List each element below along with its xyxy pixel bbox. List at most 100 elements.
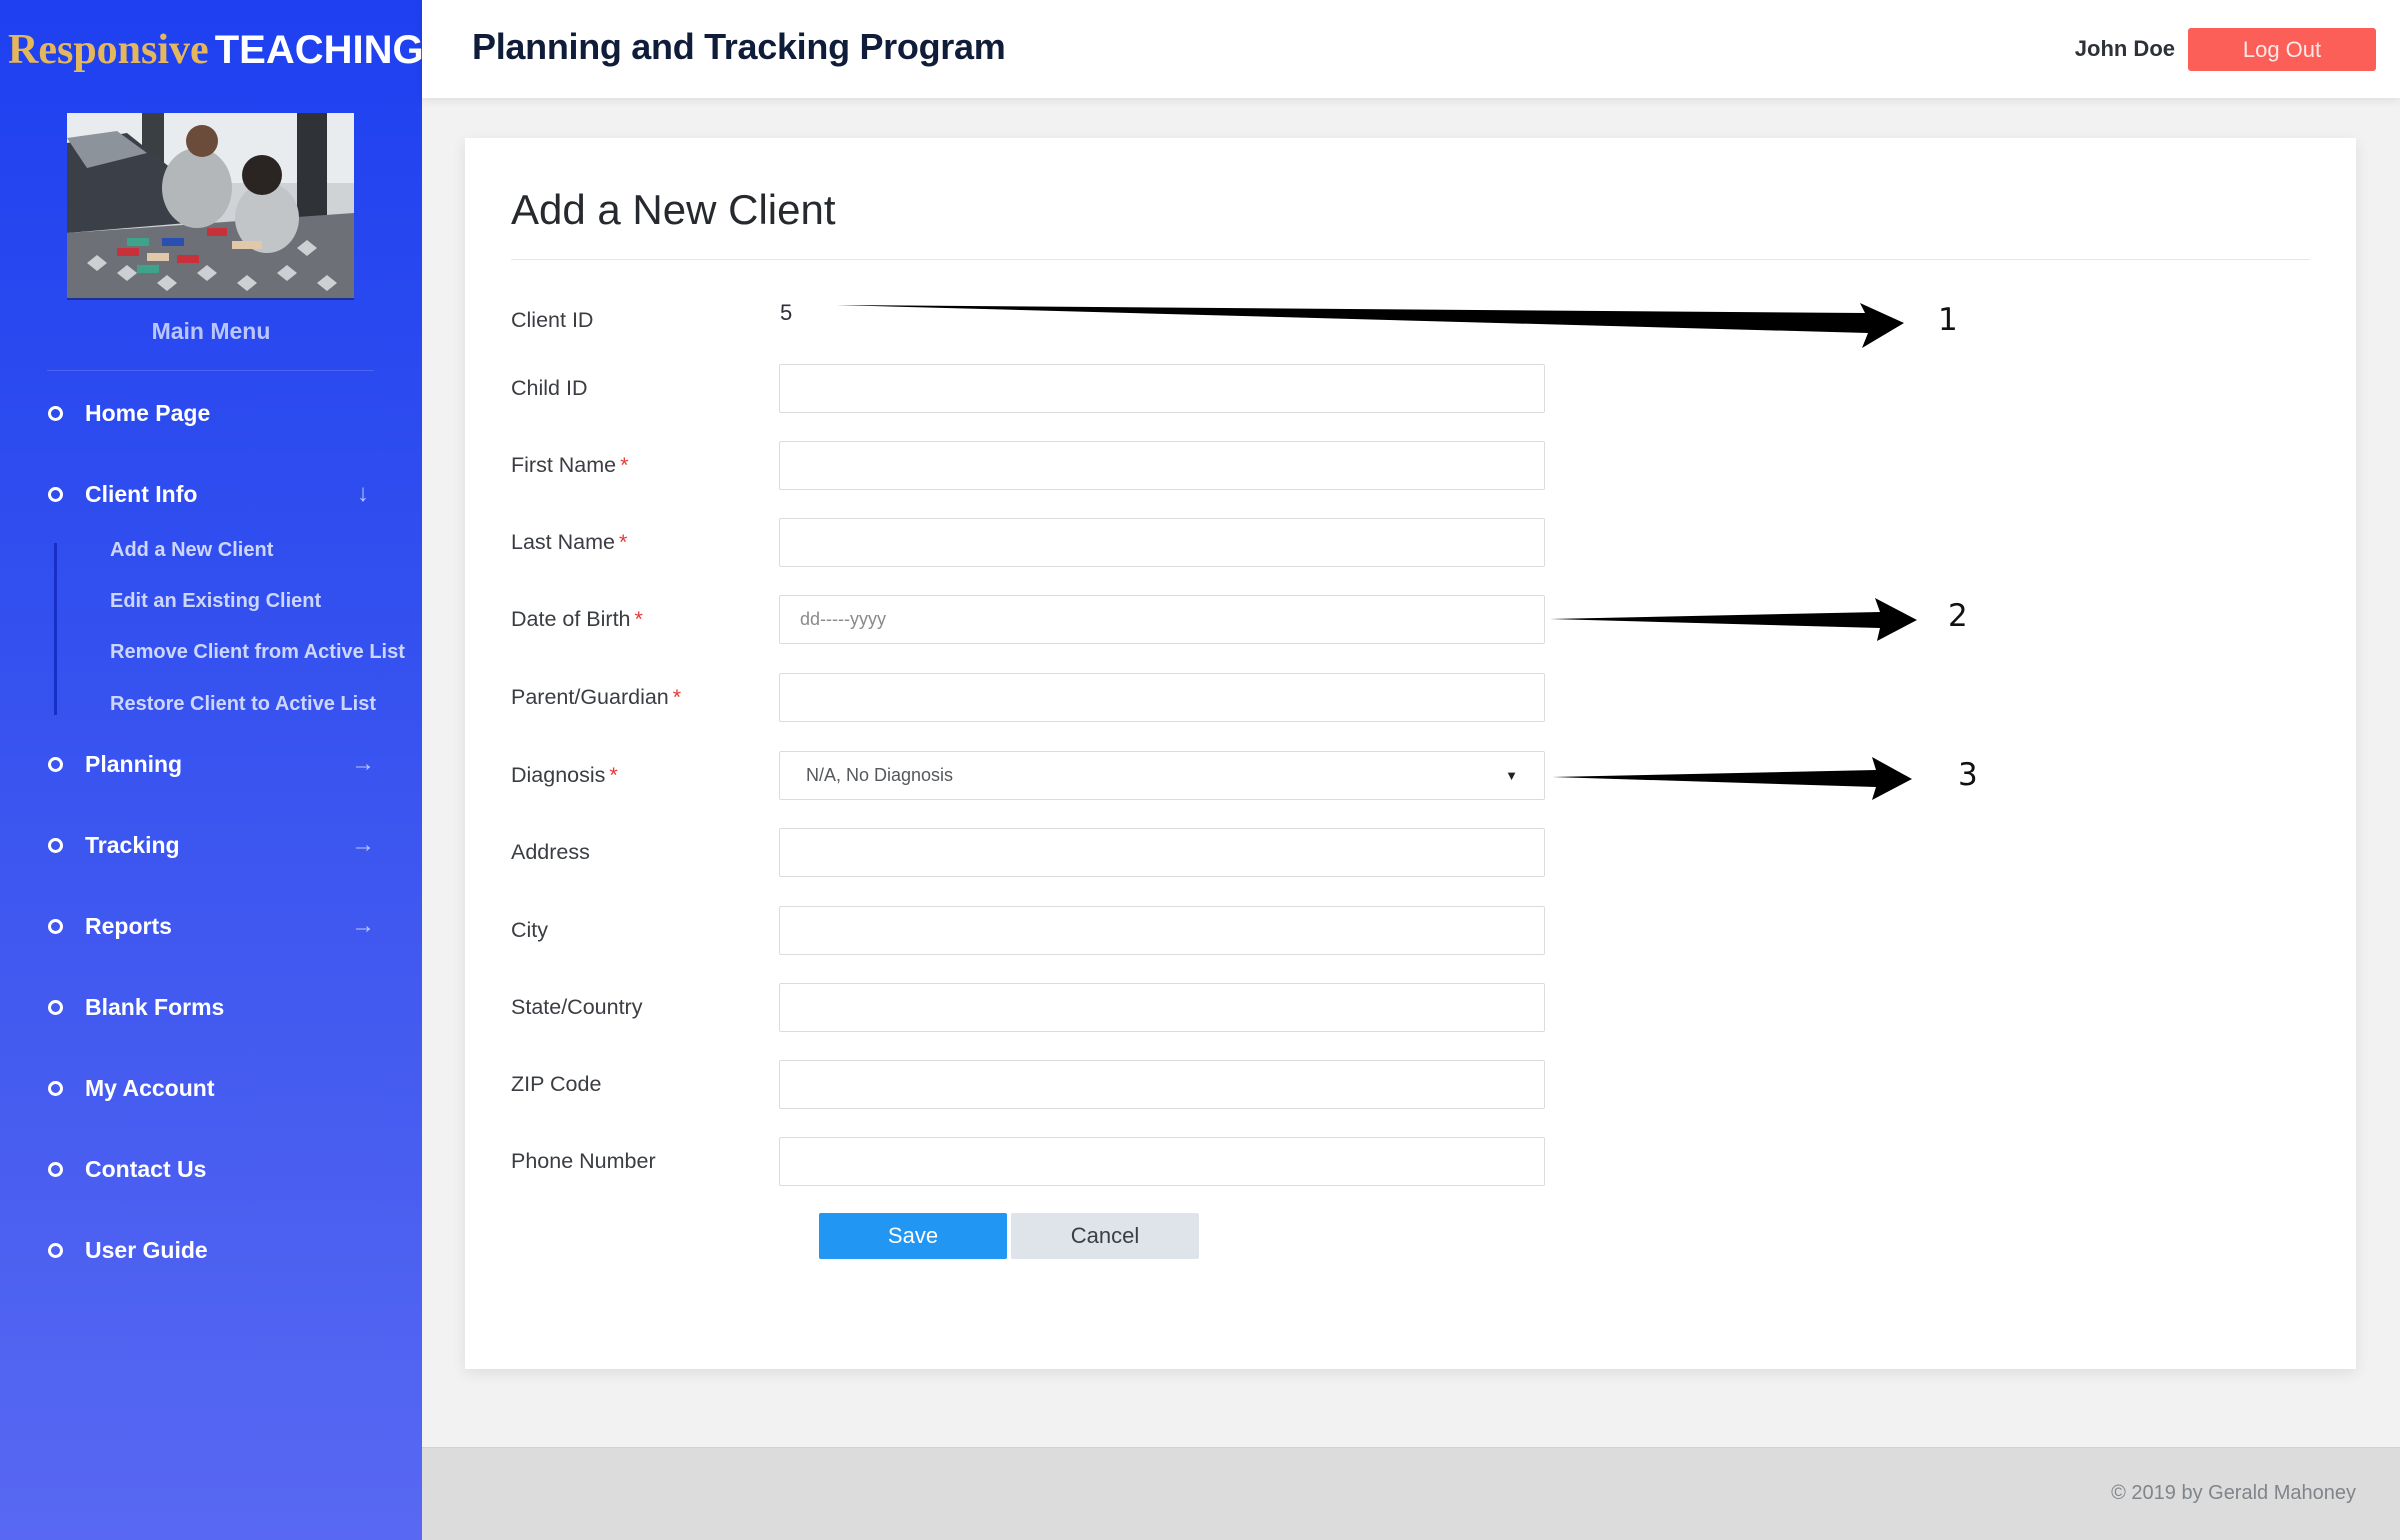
diagnosis-label-text: Diagnosis <box>511 763 606 787</box>
user-name: John Doe <box>2074 36 2175 61</box>
circle-bullet-icon <box>48 837 63 853</box>
row-child-id: Child ID <box>511 364 1611 414</box>
add-client-card: Add a New Client Client ID 5 Child ID Fi… <box>465 138 2356 1369</box>
phone-number-input[interactable] <box>779 1137 1545 1186</box>
dob-label: Date of Birth * <box>511 607 643 632</box>
submenu-item-edit-existing-client[interactable]: Edit an Existing Client <box>110 590 321 613</box>
city-input[interactable] <box>779 906 1545 955</box>
phone-label: Phone Number <box>511 1149 656 1173</box>
sidebar-item-planning[interactable]: Planning → <box>48 744 378 784</box>
row-diagnosis: Diagnosis * N/A, No Diagnosis ▼ <box>511 751 1611 801</box>
child-id-input[interactable] <box>779 364 1545 413</box>
row-phone-number: Phone Number <box>511 1137 1611 1187</box>
city-label: City <box>511 918 549 942</box>
client-id-value: 5 <box>780 300 793 325</box>
cancel-button[interactable]: Cancel <box>1011 1213 1199 1259</box>
row-city: City <box>511 906 1611 956</box>
submenu-item-remove-client[interactable]: Remove Client from Active List <box>110 641 405 664</box>
app-title: Planning and Tracking Program <box>472 26 1006 67</box>
state-country-input[interactable] <box>779 983 1545 1032</box>
submenu-item-add-new-client[interactable]: Add a New Client <box>110 539 273 562</box>
row-last-name: Last Name * <box>511 518 1611 568</box>
annotation-number-2: 2 <box>1948 598 1968 634</box>
first-name-label: First Name * <box>511 453 629 478</box>
photo-illustration <box>67 113 354 298</box>
sidebar-item-label: My Account <box>85 1074 215 1101</box>
annotation-number-1: 1 <box>1938 302 1958 338</box>
caret-down-icon: ▼ <box>1505 768 1518 783</box>
zip-code-input[interactable] <box>779 1060 1545 1109</box>
arrow-right-icon[interactable]: → <box>348 831 378 859</box>
sidebar-item-blank-forms[interactable]: Blank Forms <box>48 987 378 1027</box>
required-marker: * <box>609 763 618 787</box>
last-name-label-text: Last Name <box>511 530 615 554</box>
sidebar-item-label: Planning <box>85 750 183 777</box>
sidebar-item-contact-us[interactable]: Contact Us <box>48 1149 378 1189</box>
zip-label: ZIP Code <box>511 1072 602 1096</box>
logout-button[interactable]: Log Out <box>2188 28 2376 71</box>
sidebar-item-label: Home Page <box>85 399 211 426</box>
sidebar-item-label: Client Info <box>85 480 198 507</box>
required-marker: * <box>620 453 629 477</box>
client-id-label: Client ID <box>511 308 594 332</box>
date-of-birth-input[interactable] <box>779 595 1545 644</box>
diagnosis-selected-value: N/A, No Diagnosis <box>806 765 954 785</box>
sidebar-item-label: Reports <box>85 912 172 939</box>
title-divider <box>511 259 2310 260</box>
sidebar-item-home-page[interactable]: Home Page <box>48 393 378 433</box>
state-label: State/Country <box>511 995 643 1019</box>
row-address: Address <box>511 828 1611 878</box>
save-button[interactable]: Save <box>819 1213 1007 1259</box>
row-first-name: First Name * <box>511 441 1611 491</box>
copyright-text: © 2019 by Gerald Mahoney <box>2111 1482 2356 1504</box>
row-state-country: State/Country <box>511 983 1611 1033</box>
arrow-right-icon[interactable]: → <box>348 912 378 940</box>
diagnosis-label: Diagnosis * <box>511 763 618 788</box>
row-date-of-birth: Date of Birth * <box>511 595 1611 645</box>
last-name-label: Last Name * <box>511 530 627 555</box>
circle-bullet-icon <box>48 999 63 1015</box>
parent-label-text: Parent/Guardian <box>511 685 669 709</box>
circle-bullet-icon <box>48 486 63 502</box>
top-header: Planning and Tracking Program John Doe L… <box>422 0 2400 98</box>
sidebar-item-user-guide[interactable]: User Guide <box>48 1230 378 1270</box>
row-zip-code: ZIP Code <box>511 1060 1611 1110</box>
page-title: Add a New Client <box>511 186 836 233</box>
first-name-input[interactable] <box>779 441 1545 490</box>
brand-logo[interactable]: Responsive TEACHING <box>8 22 424 78</box>
annotation-number-3: 3 <box>1958 757 1978 793</box>
footer: © 2019 by Gerald Mahoney <box>422 1447 2400 1540</box>
sidebar-item-reports[interactable]: Reports → <box>48 906 378 946</box>
last-name-input[interactable] <box>779 518 1545 567</box>
diagnosis-select[interactable]: N/A, No Diagnosis ▼ <box>779 751 1545 800</box>
dob-label-text: Date of Birth <box>511 607 631 631</box>
row-client-id: Client ID 5 <box>511 296 1611 346</box>
submenu-item-restore-client[interactable]: Restore Client to Active List <box>110 693 376 716</box>
circle-bullet-icon <box>48 405 63 421</box>
circle-bullet-icon <box>48 1242 63 1258</box>
parent-guardian-input[interactable] <box>779 673 1545 722</box>
arrow-down-icon[interactable]: ↓ <box>348 480 378 508</box>
main-menu-heading: Main Menu <box>151 318 271 344</box>
sidebar: Responsive TEACHING Main Menu Home Page … <box>0 0 424 1540</box>
address-label: Address <box>511 840 590 864</box>
brand-part-teaching: TEACHING <box>214 28 424 72</box>
circle-bullet-icon <box>48 756 63 772</box>
sidebar-item-my-account[interactable]: My Account <box>48 1068 378 1108</box>
sidebar-item-label: User Guide <box>85 1236 208 1263</box>
sidebar-photo <box>67 113 354 300</box>
address-input[interactable] <box>779 828 1545 877</box>
required-marker: * <box>618 530 628 554</box>
required-marker: * <box>634 607 643 631</box>
required-marker: * <box>672 685 682 709</box>
row-parent-guardian: Parent/Guardian * <box>511 673 1611 723</box>
sidebar-item-client-info[interactable]: Client Info ↓ <box>48 474 378 514</box>
sidebar-item-tracking[interactable]: Tracking → <box>48 825 378 865</box>
arrow-right-icon[interactable]: → <box>348 750 378 778</box>
first-name-label-text: First Name <box>511 453 617 477</box>
brand-part-responsive: Responsive <box>8 27 209 73</box>
sidebar-item-label: Blank Forms <box>85 993 225 1020</box>
sidebar-item-label: Contact Us <box>85 1155 207 1182</box>
sidebar-item-label: Tracking <box>85 831 180 858</box>
menu-divider <box>47 370 374 371</box>
